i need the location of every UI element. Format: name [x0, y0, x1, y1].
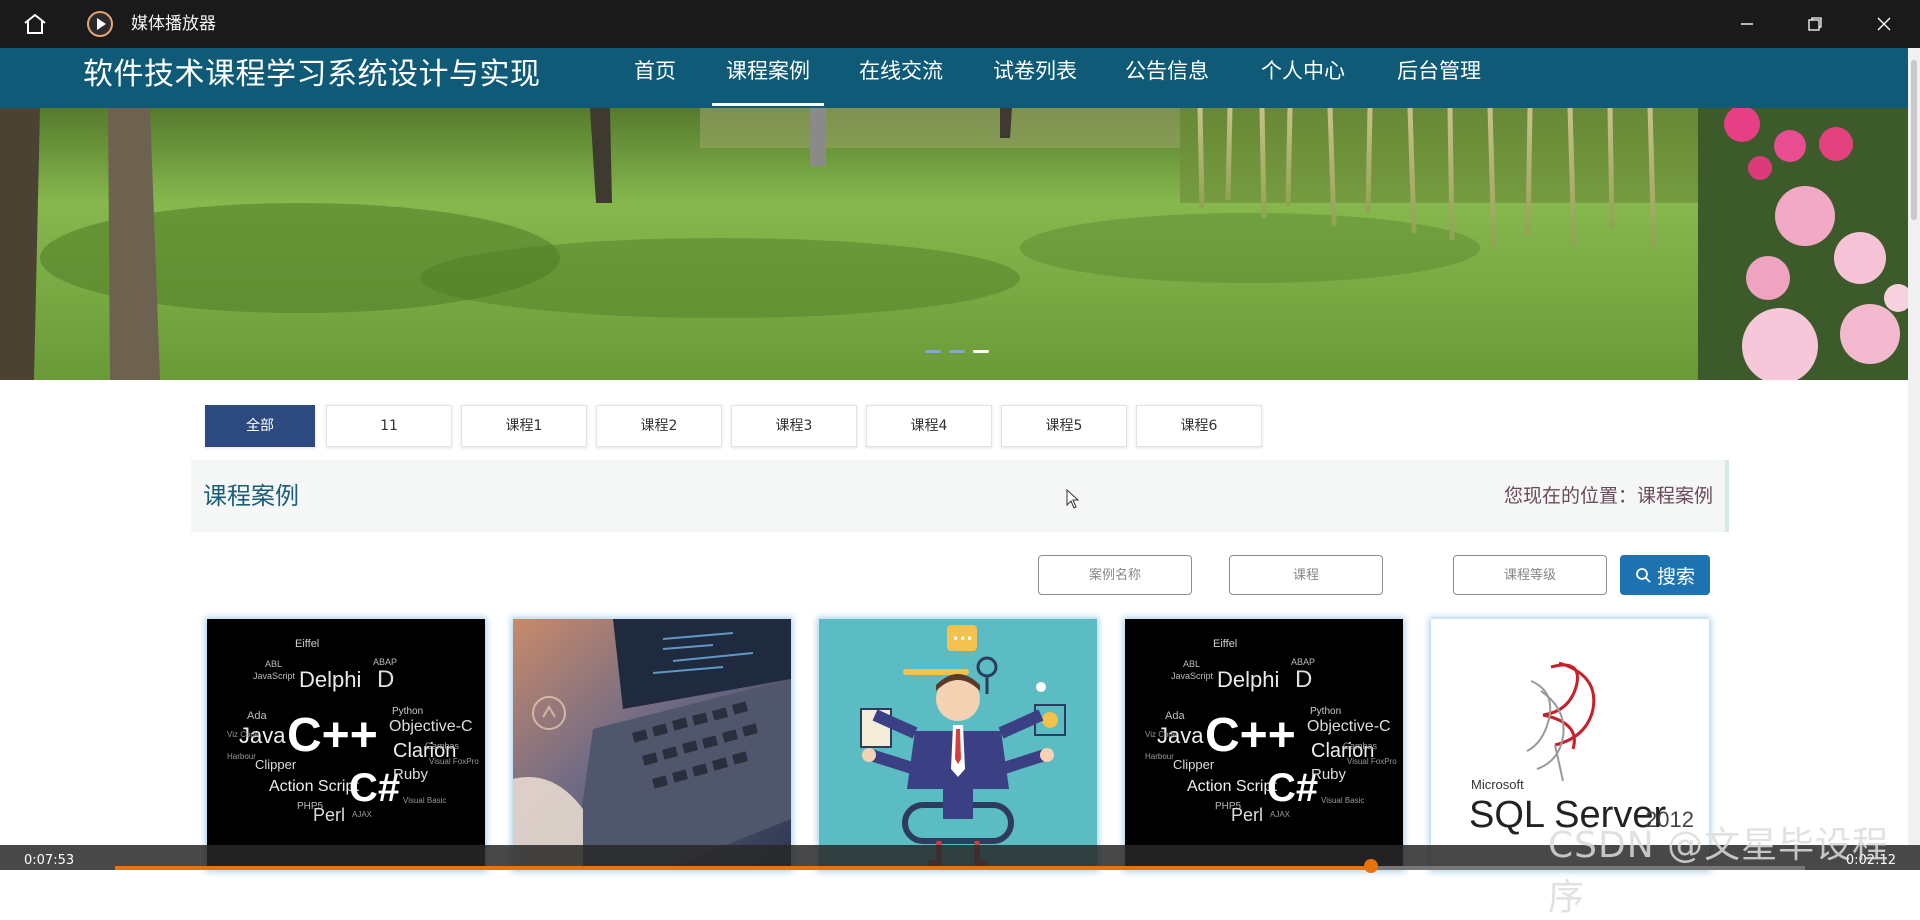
- close-button[interactable]: [1854, 0, 1914, 48]
- svg-text:ABL: ABL: [265, 659, 282, 669]
- course-input[interactable]: [1229, 555, 1383, 595]
- category-tab-course4[interactable]: 课程4: [866, 405, 992, 447]
- course-card-2[interactable]: [513, 619, 791, 870]
- svg-text:Microsoft: Microsoft: [1471, 777, 1524, 792]
- svg-text:Harbour: Harbour: [227, 752, 256, 761]
- page-title: 课程案例: [203, 482, 299, 510]
- mouse-cursor-icon: [1066, 489, 1080, 509]
- svg-text:JavaScript: JavaScript: [253, 671, 296, 681]
- site-title: 软件技术课程学习系统设计与实现: [83, 57, 541, 92]
- media-player-app-icon: [87, 11, 113, 37]
- svg-text:Eiffel: Eiffel: [1213, 638, 1237, 650]
- svg-text:D: D: [1295, 666, 1312, 693]
- svg-text:Perl: Perl: [1231, 805, 1263, 825]
- card-image-wordcloud: Eiffel Delphi ABL JavaScript D ABAP Pyth…: [1125, 619, 1403, 870]
- seek-bar-progress: [115, 866, 1371, 870]
- svg-text:Visual FoxPro: Visual FoxPro: [429, 757, 479, 766]
- svg-text:Viz Code: Viz Code: [227, 730, 260, 739]
- svg-text:•••: •••: [952, 632, 973, 646]
- player-window-title: 媒体播放器: [131, 14, 216, 34]
- nav-announcements[interactable]: 公告信息: [1119, 48, 1215, 106]
- svg-text:Objective-C: Objective-C: [1307, 718, 1391, 735]
- site-header: 软件技术课程学习系统设计与实现 首页 课程案例 在线交流 试卷列表 公告信息 个…: [0, 48, 1920, 108]
- category-tab-course5[interactable]: 课程5: [1001, 405, 1127, 447]
- case-name-input[interactable]: [1038, 555, 1192, 595]
- svg-text:D: D: [377, 666, 394, 693]
- banner-image: [0, 108, 1908, 380]
- nav-home[interactable]: 首页: [631, 48, 679, 106]
- svg-text:Ruby: Ruby: [393, 766, 429, 783]
- watermark: CSDN @文星毕设程序: [1548, 825, 1890, 918]
- breadcrumb: 您现在的位置：课程案例: [1504, 460, 1713, 532]
- carousel-dot-1[interactable]: [925, 350, 941, 353]
- svg-text:Clipper: Clipper: [1173, 757, 1215, 772]
- category-tab-all[interactable]: 全部: [205, 405, 315, 447]
- svg-text:Ada: Ada: [1165, 710, 1185, 722]
- svg-text:Action Script: Action Script: [269, 778, 359, 795]
- svg-text:Delphi: Delphi: [299, 667, 361, 692]
- svg-text:ABAP: ABAP: [1291, 657, 1315, 667]
- svg-text:C++: C++: [287, 709, 378, 762]
- svg-text:Perl: Perl: [313, 805, 345, 825]
- carousel-dot-2[interactable]: [949, 350, 965, 353]
- nav-online-chat[interactable]: 在线交流: [853, 48, 949, 106]
- minimize-icon: [1741, 23, 1753, 25]
- svg-text:Delphi: Delphi: [1217, 667, 1279, 692]
- restore-icon: [1808, 17, 1822, 31]
- category-tab-course1[interactable]: 课程1: [461, 405, 587, 447]
- card-image-multitasking: •••: [819, 619, 1097, 870]
- nav-personal-center[interactable]: 个人中心: [1255, 48, 1351, 106]
- svg-text:Visual Basic: Visual Basic: [403, 796, 446, 805]
- search-button-label: 搜索: [1656, 566, 1695, 588]
- player-titlebar: 媒体播放器: [0, 0, 1920, 48]
- svg-text:Gambas: Gambas: [1343, 741, 1378, 751]
- close-icon: [1877, 17, 1891, 31]
- category-tab-course2[interactable]: 课程2: [596, 405, 722, 447]
- svg-text:ABL: ABL: [1183, 659, 1200, 669]
- home-icon[interactable]: [22, 12, 48, 36]
- svg-text:Visual Basic: Visual Basic: [1321, 796, 1364, 805]
- card-image-laptop: [513, 619, 791, 870]
- seek-bar-handle[interactable]: [1364, 859, 1378, 873]
- svg-text:Python: Python: [392, 706, 423, 717]
- svg-text:Ruby: Ruby: [1311, 766, 1347, 783]
- breadcrumb-current[interactable]: 课程案例: [1637, 485, 1713, 507]
- course-level-input[interactable]: [1453, 555, 1607, 595]
- svg-text:Ada: Ada: [247, 710, 267, 722]
- page-title-bar: 课程案例 您现在的位置：课程案例: [191, 460, 1729, 532]
- svg-text:AJAX: AJAX: [1270, 810, 1291, 819]
- svg-text:Action Script: Action Script: [1187, 778, 1277, 795]
- page-scrollbar-thumb[interactable]: [1911, 60, 1917, 220]
- svg-text:Objective-C: Objective-C: [389, 718, 473, 735]
- banner-carousel[interactable]: [0, 108, 1908, 380]
- svg-text:C++: C++: [1205, 709, 1296, 762]
- restore-button[interactable]: [1785, 0, 1845, 48]
- nav-exam-list[interactable]: 试卷列表: [987, 48, 1083, 106]
- svg-text:Harbour: Harbour: [1145, 752, 1174, 761]
- card-image-wordcloud: Eiffel Delphi ABL JavaScript D ABAP Pyth…: [207, 619, 485, 870]
- svg-text:JavaScript: JavaScript: [1171, 671, 1214, 681]
- course-card-3[interactable]: •••: [819, 619, 1097, 870]
- category-tab-course3[interactable]: 课程3: [731, 405, 857, 447]
- svg-text:Eiffel: Eiffel: [295, 638, 319, 650]
- course-card-4[interactable]: Eiffel Delphi ABL JavaScript D ABAP Pyth…: [1125, 619, 1403, 870]
- carousel-dot-3[interactable]: [973, 350, 989, 353]
- svg-text:Visual FoxPro: Visual FoxPro: [1347, 757, 1397, 766]
- elapsed-time: 0:07:53: [24, 853, 75, 868]
- svg-text:Viz Code: Viz Code: [1145, 730, 1178, 739]
- svg-text:AJAX: AJAX: [352, 810, 373, 819]
- course-card-1[interactable]: Eiffel Delphi ABL JavaScript D ABAP Pyth…: [207, 619, 485, 870]
- search-icon: [1636, 568, 1651, 583]
- category-tab-course6[interactable]: 课程6: [1136, 405, 1262, 447]
- svg-text:Clipper: Clipper: [255, 757, 297, 772]
- nav-course-cases[interactable]: 课程案例: [712, 48, 824, 106]
- svg-text:Gambas: Gambas: [425, 741, 460, 751]
- category-tab-11[interactable]: 11: [326, 405, 452, 447]
- svg-text:ABAP: ABAP: [373, 657, 397, 667]
- svg-text:Python: Python: [1310, 706, 1341, 717]
- breadcrumb-prefix: 您现在的位置：: [1503, 485, 1637, 507]
- nav-admin[interactable]: 后台管理: [1391, 48, 1487, 106]
- search-button[interactable]: 搜索: [1620, 555, 1710, 595]
- minimize-button[interactable]: [1717, 0, 1777, 48]
